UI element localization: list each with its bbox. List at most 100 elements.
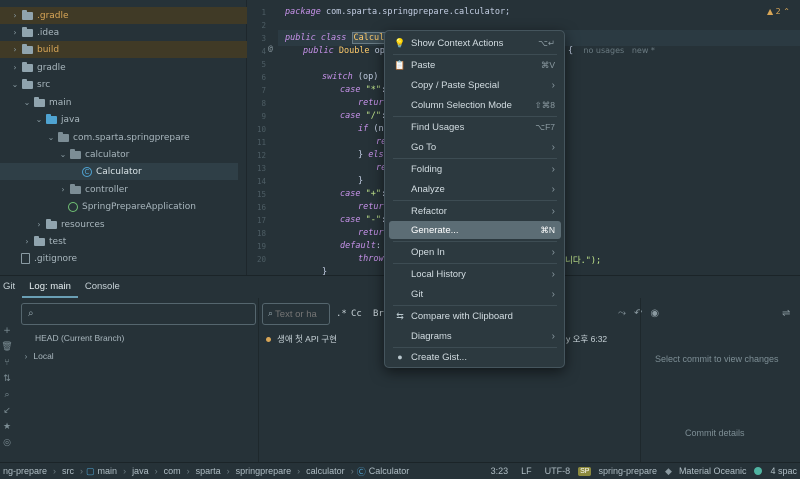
line-separator[interactable]: LF bbox=[518, 466, 542, 476]
tree-item-controller[interactable]: › controller bbox=[0, 181, 247, 198]
menu-item-paste[interactable]: 📋 Paste ⌘V bbox=[389, 56, 561, 74]
breadcrumb-calculator-class[interactable]: Calculator bbox=[366, 466, 413, 476]
breadcrumb-project[interactable]: ng-prepare bbox=[0, 466, 50, 476]
gutter-override-icon[interactable]: @ bbox=[268, 44, 273, 53]
star-icon[interactable]: ★ bbox=[0, 422, 14, 438]
accent-color-icon[interactable] bbox=[754, 467, 763, 475]
chevron-right-icon[interactable]: › bbox=[22, 237, 32, 246]
search-icon[interactable]: ⌕ bbox=[0, 390, 14, 406]
empty-changes-message: Select commit to view changes bbox=[655, 354, 779, 364]
breadcrumb-java[interactable]: java bbox=[129, 466, 152, 476]
line-number: 20 bbox=[256, 255, 266, 264]
revert-icon[interactable]: ↶ bbox=[634, 308, 642, 319]
line-number: 6 bbox=[261, 73, 266, 82]
tree-item-gradle[interactable]: › .gradle bbox=[0, 7, 247, 24]
match-case-toggle[interactable]: Cc bbox=[351, 309, 362, 319]
menu-item-column-selection-mode[interactable]: Column Selection Mode ⇧⌘8 bbox=[389, 96, 561, 114]
code-line: } bbox=[358, 176, 364, 186]
log-search-field[interactable]: ⌕ bbox=[262, 303, 330, 325]
menu-item-copy-paste-special[interactable]: Copy / Paste Special › bbox=[389, 76, 561, 94]
breadcrumb-main[interactable]: main bbox=[95, 466, 121, 476]
chevron-down-icon[interactable]: ⌄ bbox=[34, 115, 44, 124]
menu-item-git[interactable]: Git › bbox=[389, 285, 561, 303]
menu-item-find-usages[interactable]: Find Usages ⌥F7 bbox=[389, 118, 561, 136]
tree-item-build[interactable]: › build bbox=[0, 41, 247, 58]
indent-setting[interactable]: 4 spac bbox=[767, 466, 800, 476]
tree-item-src[interactable]: ⌄ src bbox=[0, 76, 247, 93]
git-side-toolbar: + 🗑 ⑂ ⇅ ⌕ ↙ ★ ◎ bbox=[0, 326, 14, 454]
menu-item-folding[interactable]: Folding › bbox=[389, 160, 561, 178]
tree-item-gitignore[interactable]: .gitignore bbox=[0, 250, 247, 267]
tab-log-main[interactable]: Log: main bbox=[22, 276, 78, 298]
update-icon[interactable]: ↙ bbox=[0, 406, 14, 422]
regex-toggle[interactable]: .* bbox=[336, 309, 347, 319]
menu-item-show-context-actions[interactable]: 💡 Show Context Actions ⌥↵ bbox=[389, 34, 561, 52]
menu-item-open-in[interactable]: Open In › bbox=[389, 243, 561, 261]
chevron-right-icon[interactable]: › bbox=[10, 45, 20, 54]
chevron-down-icon[interactable]: ⌄ bbox=[58, 150, 68, 159]
tree-item-idea[interactable]: › .idea bbox=[0, 24, 247, 41]
cherry-pick-icon[interactable]: ⤳ bbox=[618, 308, 626, 319]
tree-item-gradle-dir[interactable]: › gradle bbox=[0, 59, 247, 76]
breadcrumb-sparta[interactable]: sparta bbox=[193, 466, 224, 476]
menu-item-create-gist[interactable]: ● Create Gist... bbox=[389, 348, 561, 366]
module-name[interactable]: spring-prepare bbox=[595, 466, 665, 476]
menu-item-local-history[interactable]: Local History › bbox=[389, 265, 561, 283]
tree-item-test[interactable]: › test bbox=[0, 233, 247, 250]
chevron-right-icon: › bbox=[551, 246, 555, 258]
chevron-right-icon: › bbox=[551, 141, 555, 153]
breadcrumb-calculator[interactable]: calculator bbox=[303, 466, 348, 476]
delete-icon[interactable]: 🗑 bbox=[0, 342, 14, 358]
tree-item-main[interactable]: ⌄ main bbox=[0, 94, 247, 111]
menu-item-diagrams[interactable]: Diagrams › bbox=[389, 327, 561, 345]
chevron-down-icon[interactable]: ⌄ bbox=[10, 80, 20, 89]
breadcrumb-com[interactable]: com bbox=[161, 466, 184, 476]
chevron-down-icon[interactable]: ⌄ bbox=[46, 133, 56, 142]
chevron-right-icon[interactable]: › bbox=[58, 185, 68, 194]
eye-icon[interactable]: ◉ bbox=[650, 308, 659, 319]
tree-item-calculator[interactable]: ⌄ calculator bbox=[0, 146, 247, 163]
chevron-right-icon[interactable]: › bbox=[34, 220, 44, 229]
commit-row[interactable]: 생애 첫 API 구현 bbox=[266, 333, 337, 345]
tab-console[interactable]: Console bbox=[78, 276, 127, 298]
tree-item-resources[interactable]: › resources bbox=[0, 216, 247, 233]
chevron-right-icon: › bbox=[551, 268, 555, 280]
tree-item-package[interactable]: ⌄ com.sparta.springprepare bbox=[0, 129, 247, 146]
caret-position[interactable]: 3:23 bbox=[488, 466, 519, 476]
diff-icon[interactable]: ⇌ bbox=[782, 308, 790, 319]
menu-separator bbox=[393, 305, 557, 306]
branch-search-input[interactable]: ⌕ bbox=[21, 303, 256, 325]
menu-item-generate[interactable]: Generate... ⌘N bbox=[389, 221, 561, 239]
line-number: 4 bbox=[261, 47, 266, 56]
tab-git[interactable]: Git bbox=[0, 276, 22, 298]
breadcrumb-src[interactable]: src bbox=[59, 466, 77, 476]
chevron-right-icon: › bbox=[551, 205, 555, 217]
chevron-right-icon[interactable]: › bbox=[10, 28, 20, 37]
menu-item-analyze[interactable]: Analyze › bbox=[389, 180, 561, 198]
add-icon[interactable]: + bbox=[0, 326, 14, 342]
branch-head[interactable]: HEAD (Current Branch) bbox=[35, 333, 124, 343]
chevron-right-icon[interactable]: › bbox=[21, 352, 31, 361]
branch-icon[interactable]: ⑂ bbox=[0, 358, 14, 374]
tree-item-calculator-class[interactable]: C Calculator bbox=[0, 163, 238, 180]
menu-item-go-to[interactable]: Go To › bbox=[389, 138, 561, 156]
file-encoding[interactable]: UTF-8 bbox=[542, 466, 579, 476]
checkout-icon[interactable]: ⇅ bbox=[0, 374, 14, 390]
branch-local[interactable]: › Local bbox=[21, 351, 54, 361]
chevron-down-icon[interactable]: ⌄ bbox=[22, 98, 32, 107]
problems-indicator[interactable]: ▲ 2 ⌃ bbox=[767, 7, 790, 16]
tree-item-java[interactable]: ⌄ java bbox=[0, 111, 247, 128]
code-line: default: bbox=[340, 241, 381, 251]
usages-hint[interactable]: no usages new * bbox=[583, 46, 655, 55]
tree-item-spring-app[interactable]: SpringPrepareApplication bbox=[0, 198, 247, 215]
theme-name[interactable]: Material Oceanic bbox=[676, 466, 755, 476]
log-search-input[interactable] bbox=[275, 308, 320, 320]
chevron-right-icon[interactable]: › bbox=[10, 63, 20, 72]
chevron-right-icon[interactable]: › bbox=[10, 11, 20, 20]
menu-item-compare-with-clipboard[interactable]: ⇆ Compare with Clipboard bbox=[389, 307, 561, 325]
breadcrumb-springprepare[interactable]: springprepare bbox=[233, 466, 295, 476]
menu-item-refactor[interactable]: Refactor › bbox=[389, 202, 561, 220]
code-line: throw bbox=[358, 254, 384, 264]
settings-icon[interactable]: ◎ bbox=[0, 438, 14, 454]
folder-icon: ▢ bbox=[86, 465, 95, 476]
